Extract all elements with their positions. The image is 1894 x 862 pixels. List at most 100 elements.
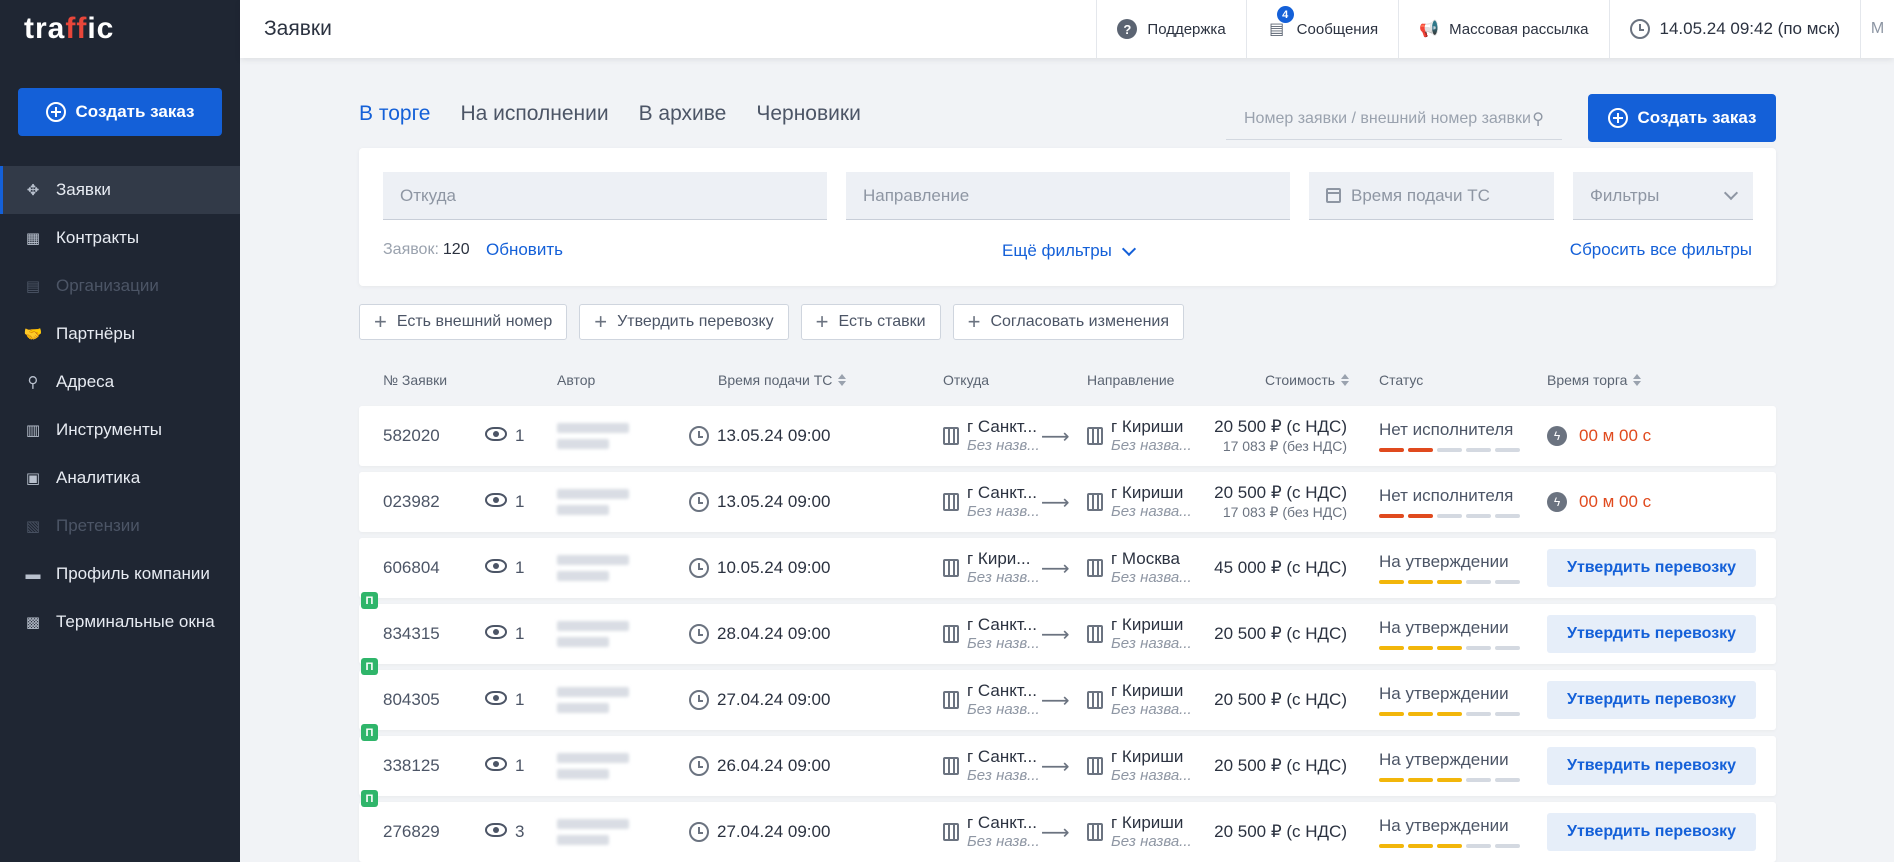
- confirm-transport-button[interactable]: Утвердить перевозку: [1547, 813, 1757, 851]
- chip-label: Есть ставки: [838, 313, 926, 330]
- quick-filter-chip[interactable]: + Есть ставки: [800, 304, 941, 340]
- col-price[interactable]: Стоимость: [1265, 372, 1350, 388]
- price-with-vat: 20 500 ₽ (с НДС): [1214, 483, 1347, 503]
- price-with-vat: 20 500 ₽ (с НДС): [1214, 821, 1347, 841]
- col-trade-time[interactable]: Время торга: [1547, 372, 1642, 388]
- sidebar-item-label: Терминальные окна: [56, 612, 215, 631]
- direction-field[interactable]: Направление: [846, 172, 1290, 220]
- from-city: г Санкт...: [967, 813, 1037, 832]
- create-order-button[interactable]: Создать заказ: [1588, 94, 1776, 142]
- table-row[interactable]: 582020 1 13.05.24 09:00 г Санкт... Без назв.…: [359, 406, 1776, 466]
- more-filters-link[interactable]: Ещё фильтры: [1002, 241, 1136, 261]
- table-row[interactable]: 023982 1 13.05.24 09:00 г Санкт... Без назв.…: [359, 472, 1776, 532]
- eye-icon: [485, 691, 507, 705]
- sidebar-item-3[interactable]: 🤝 Партнёры: [0, 310, 240, 358]
- support-link[interactable]: ? Поддержка: [1096, 0, 1245, 58]
- author-blurred: [557, 736, 629, 796]
- mass-mailing-link[interactable]: 📢 Массовая рассылка: [1398, 0, 1608, 58]
- views-count: 1: [485, 604, 524, 664]
- delivery-time-value: 13.05.24 09:00: [717, 492, 831, 511]
- messages-badge: 4: [1276, 6, 1294, 23]
- tab-1[interactable]: На исполнении: [460, 102, 608, 126]
- trade-time: ϟ 00 м 00 с: [1547, 406, 1651, 466]
- confirm-transport-button[interactable]: Утвердить перевозку: [1547, 747, 1757, 785]
- sidebar-item-1[interactable]: ▦ Контракты: [0, 214, 240, 262]
- table-row[interactable]: 606804 1 10.05.24 09:00 г Кири... Без назв..…: [359, 538, 1776, 598]
- status-label: На утверждении: [1379, 684, 1509, 703]
- move-icon: ✥: [26, 182, 40, 199]
- map-icon: [943, 427, 959, 445]
- search-icon[interactable]: ⚲: [1532, 109, 1544, 129]
- delivery-time: 27.04.24 09:00: [689, 802, 830, 862]
- sidebar-item-6[interactable]: ▣ Аналитика: [0, 454, 240, 502]
- col-status: Статус: [1379, 372, 1423, 388]
- table-header: № Заявки Автор Время подачи ТС Откуда На…: [359, 372, 1776, 396]
- table-row[interactable]: П 338125 1 26.04.24 09:00 г Санкт... Без назв…: [359, 724, 1776, 796]
- confirm-transport-button[interactable]: Утвердить перевозку: [1547, 615, 1757, 653]
- tab-3[interactable]: Черновики: [756, 102, 860, 126]
- clock-icon: [1629, 19, 1650, 39]
- quick-filter-chip[interactable]: + Согласовать изменения: [952, 304, 1185, 340]
- refresh-link[interactable]: Обновить: [486, 240, 563, 260]
- col-number: № Заявки: [383, 372, 447, 388]
- sidebar-create-order-button[interactable]: Создать заказ: [18, 88, 222, 136]
- from-field[interactable]: Откуда: [383, 172, 827, 220]
- status-step: [1379, 646, 1404, 650]
- map-icon: [943, 823, 959, 841]
- delivery-time-value: 28.04.24 09:00: [717, 624, 831, 643]
- map-icon: [1087, 691, 1103, 709]
- tab-0[interactable]: В торге: [359, 102, 430, 126]
- table-row[interactable]: П 834315 1 28.04.24 09:00 г Санкт... Без назв…: [359, 592, 1776, 664]
- sidebar-item-label: Адреса: [56, 372, 115, 391]
- sidebar-item-8[interactable]: ▬ Профиль компании: [0, 550, 240, 598]
- author-org-blur: [557, 769, 609, 779]
- messages-link[interactable]: ▤ 4 Сообщения: [1245, 0, 1398, 58]
- filters-select[interactable]: Фильтры: [1573, 172, 1753, 220]
- time-field[interactable]: Время подачи ТС: [1309, 172, 1554, 220]
- user-initial: М: [1870, 20, 1885, 37]
- search-input[interactable]: [1244, 109, 1533, 128]
- filters-select-label: Фильтры: [1590, 185, 1660, 205]
- price: 45 000 ₽ (с НДС): [1167, 538, 1347, 598]
- status-label: На утверждении: [1379, 816, 1509, 835]
- reset-filters-link[interactable]: Сбросить все фильтры: [1570, 240, 1752, 260]
- orders-count-label: Заявок:: [383, 241, 439, 258]
- table-row[interactable]: П 804305 1 27.04.24 09:00 г Санкт... Без назв…: [359, 658, 1776, 730]
- table-row[interactable]: П 276829 3 27.04.24 09:00 г Санкт... Без назв…: [359, 790, 1776, 862]
- from-location: г Санкт... Без назв...: [943, 472, 1040, 532]
- status-label: На утверждении: [1379, 618, 1509, 637]
- map-icon: [1087, 427, 1103, 445]
- status: Нет исполнителя: [1379, 472, 1520, 532]
- col-time[interactable]: Время подачи ТС: [718, 372, 847, 388]
- confirm-transport-button[interactable]: Утвердить перевозку: [1547, 549, 1757, 587]
- sidebar-item-0[interactable]: ✥ Заявки: [0, 166, 240, 214]
- price: 20 500 ₽ (с НДС) 17 083 ₽ (без НДС): [1167, 472, 1347, 532]
- search-box[interactable]: ⚲: [1226, 98, 1562, 140]
- arrow-right-icon: ⟶: [1041, 491, 1070, 514]
- quick-filter-chip[interactable]: + Есть внешний номер: [359, 304, 568, 340]
- chip-label: Есть внешний номер: [396, 313, 553, 330]
- clock-icon: [689, 624, 709, 644]
- price-with-vat: 20 500 ₽ (с НДС): [1214, 623, 1347, 643]
- price: 20 500 ₽ (с НДС): [1167, 604, 1347, 664]
- quick-filter-chip[interactable]: + Утвердить перевозку: [579, 304, 789, 340]
- sidebar-item-5[interactable]: ▥ Инструменты: [0, 406, 240, 454]
- author-org-blur: [557, 571, 609, 581]
- sidebar-item-9[interactable]: ▩ Терминальные окна: [0, 598, 240, 646]
- status-step: [1466, 580, 1491, 584]
- plus-icon: +: [815, 309, 829, 334]
- author-name-blur: [557, 621, 629, 631]
- user-menu[interactable]: М: [1860, 0, 1894, 58]
- orders-count: Заявок: 120: [383, 241, 470, 259]
- delivery-time: 27.04.24 09:00: [689, 670, 830, 730]
- status-step: [1408, 844, 1433, 848]
- confirm-transport-button[interactable]: Утвердить перевозку: [1547, 681, 1757, 719]
- app-logo[interactable]: tra ff ic: [0, 0, 240, 58]
- views-count: 3: [485, 802, 524, 862]
- help-icon: ?: [1117, 19, 1138, 39]
- sidebar-item-4[interactable]: ⚲ Адреса: [0, 358, 240, 406]
- chevron-down-icon: [1121, 241, 1136, 256]
- status-label: На утверждении: [1379, 750, 1509, 769]
- tab-2[interactable]: В архиве: [639, 102, 727, 126]
- delivery-time-value: 27.04.24 09:00: [717, 822, 831, 841]
